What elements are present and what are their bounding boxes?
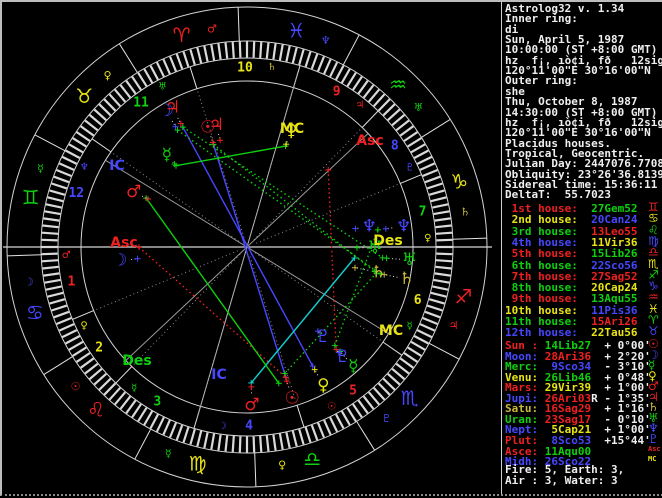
window-border [0,0,662,496]
astrolog32-window: { "palette": { "red":"#ee2020","green":"… [0,0,662,494]
